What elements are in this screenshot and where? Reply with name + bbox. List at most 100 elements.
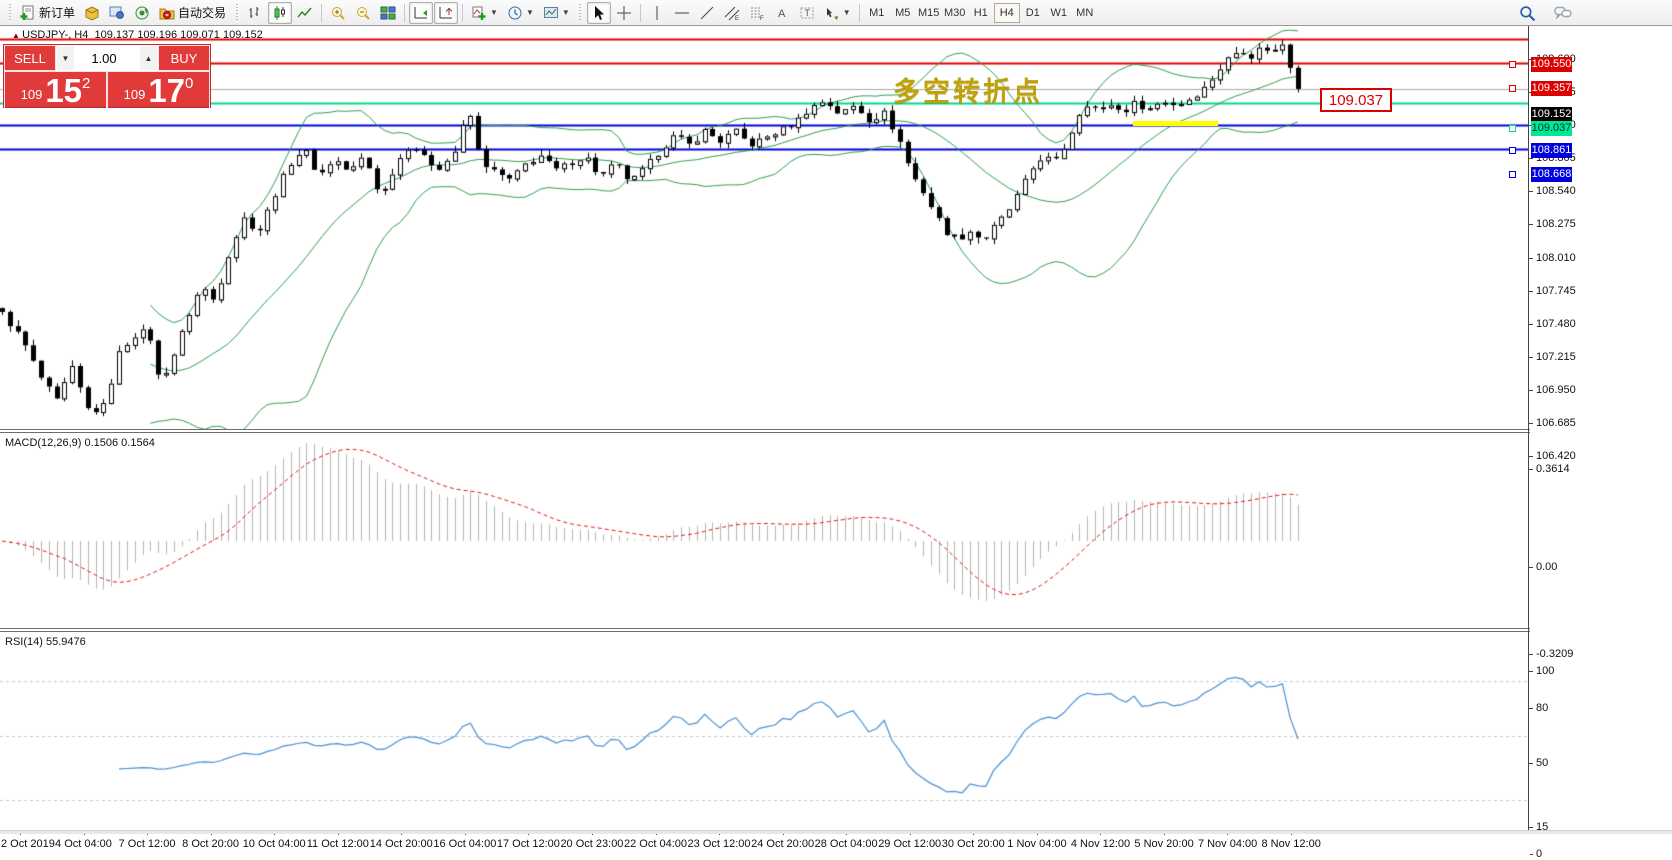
price-line-tag[interactable]: 109.357 xyxy=(1531,81,1572,96)
bar-chart-button[interactable] xyxy=(243,2,267,24)
vertical-line-button[interactable] xyxy=(645,2,669,24)
buy-button[interactable]: BUY xyxy=(158,45,210,71)
auto-trading-button[interactable]: 自动交易 xyxy=(155,2,230,24)
macd-panel-canvas[interactable] xyxy=(0,433,1528,628)
price-axis-label: 108.010 xyxy=(1536,252,1576,264)
symbol-marker-icon: ▲ xyxy=(12,31,22,40)
navigator-icon xyxy=(134,5,150,21)
price-line-handle[interactable] xyxy=(1509,147,1516,154)
timeframe-button-m1[interactable]: M1 xyxy=(864,3,890,23)
line-chart-button[interactable] xyxy=(293,2,317,24)
indicators-button[interactable]: ▼ xyxy=(467,2,502,24)
price-line-tag[interactable]: 109.550 xyxy=(1531,57,1572,72)
chat-button[interactable] xyxy=(1550,2,1576,24)
price-line-handle[interactable] xyxy=(1509,171,1516,178)
toolbar-separator xyxy=(640,4,641,22)
toolbar-separator xyxy=(462,4,463,22)
time-axis-label: 22 Oct 04:00 xyxy=(624,838,687,850)
arrows-button[interactable]: ▼ xyxy=(820,2,855,24)
volume-decrease-button[interactable]: ▼ xyxy=(56,45,75,71)
volume-increase-button[interactable]: ▲ xyxy=(139,45,158,71)
timeframe-button-mn[interactable]: MN xyxy=(1072,3,1098,23)
cursor-button[interactable] xyxy=(587,2,611,24)
new-order-icon xyxy=(20,5,36,21)
new-order-button[interactable]: 新订单 xyxy=(16,2,79,24)
auto-scroll-button[interactable] xyxy=(409,2,433,24)
equidistant-channel-button[interactable]: E xyxy=(720,2,744,24)
auto-scroll-icon xyxy=(413,5,429,21)
price-axis-line xyxy=(1528,26,1529,832)
time-axis-label: 30 Oct 20:00 xyxy=(942,838,1005,850)
macd-axis-label: 0.3614 xyxy=(1536,463,1570,475)
horizontal-line-button[interactable] xyxy=(670,2,694,24)
timeframe-group: M1M5M15M30H1H4D1W1MN xyxy=(864,3,1098,23)
rsi-panel-canvas[interactable] xyxy=(0,632,1528,830)
fibonacci-button[interactable]: F xyxy=(745,2,769,24)
volume-input[interactable]: 1.00 xyxy=(75,45,139,71)
crosshair-button[interactable] xyxy=(612,2,636,24)
timeframe-button-m5[interactable]: M5 xyxy=(890,3,916,23)
sell-price-pips: 15 xyxy=(45,76,82,106)
text-button[interactable]: A xyxy=(770,2,794,24)
chart-profiles-button[interactable] xyxy=(80,2,104,24)
price-axis-tick xyxy=(1529,158,1533,159)
time-axis-label: 4 Nov 12:00 xyxy=(1071,838,1130,850)
buy-price-pips: 17 xyxy=(148,76,185,106)
sell-button[interactable]: SELL xyxy=(4,45,56,71)
price-axis-tick xyxy=(1529,324,1533,325)
chart-shift-button[interactable] xyxy=(434,2,458,24)
periods-button[interactable]: ▼ xyxy=(503,2,538,24)
cursor-icon xyxy=(591,5,607,21)
toolbar-grip xyxy=(578,4,583,22)
mt4-application: 新订单 自动交易 xyxy=(0,0,1672,860)
macd-axis-label: 0.00 xyxy=(1536,561,1557,573)
price-line-tag[interactable]: 108.668 xyxy=(1531,167,1572,182)
price-chart-canvas[interactable] xyxy=(0,26,1528,429)
timeframe-button-m15[interactable]: M15 xyxy=(916,3,942,23)
timeframe-button-h4[interactable]: H4 xyxy=(994,3,1020,23)
toolbar: 新订单 自动交易 xyxy=(0,0,1672,26)
candlestick-chart-button[interactable] xyxy=(268,2,292,24)
price-line-handle[interactable] xyxy=(1509,61,1516,68)
zoom-out-button[interactable] xyxy=(351,2,375,24)
navigator-button[interactable] xyxy=(130,2,154,24)
market-watch-button[interactable] xyxy=(105,2,129,24)
rsi-axis-label: 100 xyxy=(1536,665,1554,677)
price-line-tag[interactable]: 109.037 xyxy=(1531,121,1572,136)
chat-icon xyxy=(1554,5,1572,22)
templates-button[interactable]: ▼ xyxy=(539,2,574,24)
tile-windows-button[interactable] xyxy=(376,2,400,24)
time-axis[interactable]: 2 Oct 20194 Oct 04:007 Oct 12:008 Oct 20… xyxy=(0,832,1530,856)
price-line-handle[interactable] xyxy=(1509,85,1516,92)
chart-area[interactable]: ▲ USDJPY-, H4 109.137 109.196 109.071 10… xyxy=(0,26,1672,856)
price-callout-box[interactable]: 109.037 xyxy=(1320,88,1392,112)
trendline-button[interactable] xyxy=(695,2,719,24)
chart-shift-icon xyxy=(438,5,454,21)
time-axis-label: 2 Oct 2019 xyxy=(1,838,55,850)
time-axis-label: 1 Nov 04:00 xyxy=(1007,838,1066,850)
text-label-button[interactable]: T xyxy=(795,2,819,24)
search-icon xyxy=(1519,5,1536,22)
search-button[interactable] xyxy=(1515,2,1540,24)
templates-icon xyxy=(543,5,559,21)
sell-price-display[interactable]: 109 15 2 xyxy=(4,71,107,109)
yellow-highlight-segment[interactable] xyxy=(1133,121,1218,126)
zoom-out-icon xyxy=(355,5,371,21)
price-line-handle[interactable] xyxy=(1509,125,1516,132)
timeframe-button-m30[interactable]: M30 xyxy=(942,3,968,23)
timeframe-button-w1[interactable]: W1 xyxy=(1046,3,1072,23)
price-axis-label: 107.480 xyxy=(1536,318,1576,330)
price-line-tag[interactable]: 109.152 xyxy=(1531,107,1572,122)
turning-point-annotation[interactable]: 多空转折点 xyxy=(893,70,1043,109)
timeframe-button-h1[interactable]: H1 xyxy=(968,3,994,23)
buy-price-display[interactable]: 109 17 0 xyxy=(107,71,210,109)
time-axis-label: 7 Nov 04:00 xyxy=(1198,838,1257,850)
zoom-in-button[interactable] xyxy=(326,2,350,24)
horizontal-line-icon xyxy=(674,5,690,21)
equidistant-channel-icon: E xyxy=(724,5,740,21)
market-watch-icon xyxy=(109,5,125,21)
auto-trading-icon xyxy=(159,5,175,21)
time-axis-label: 28 Oct 04:00 xyxy=(815,838,878,850)
timeframe-button-d1[interactable]: D1 xyxy=(1020,3,1046,23)
price-line-tag[interactable]: 108.861 xyxy=(1531,143,1572,158)
